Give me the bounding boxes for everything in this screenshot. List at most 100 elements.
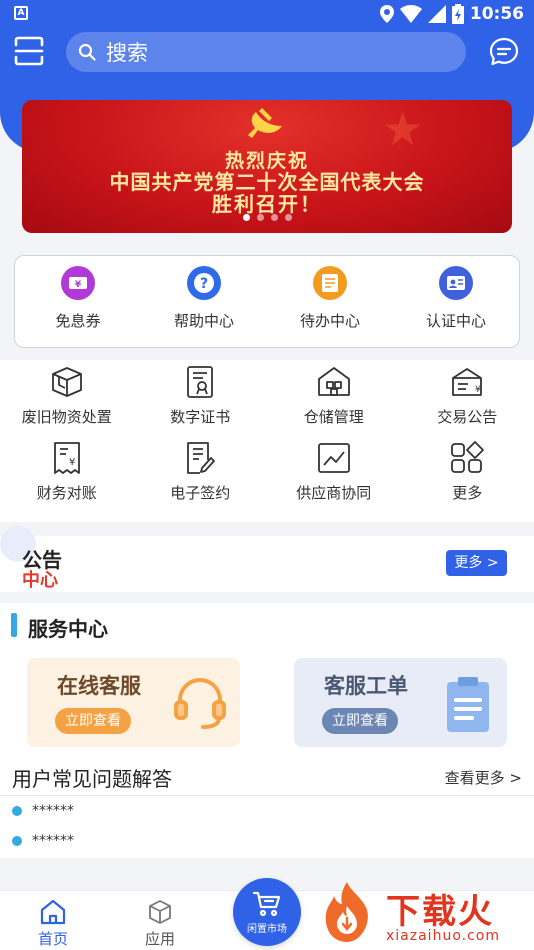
service-center: 服务中心 在线客服 立即查看 客服工单 立即查看 用户常见问题解答 查看更多 >… bbox=[0, 603, 534, 858]
banner-line-3: 胜利召开！ bbox=[212, 192, 322, 216]
view-now-button[interactable]: 立即查看 bbox=[55, 708, 131, 734]
help-icon: ? bbox=[187, 266, 221, 300]
location-icon bbox=[379, 5, 394, 23]
section-accent-bar bbox=[11, 613, 17, 637]
service-ticket-card[interactable]: 客服工单 立即查看 bbox=[294, 658, 507, 747]
fire-logo-icon bbox=[325, 882, 368, 942]
grid-item-e-sign[interactable]: 电子签约 bbox=[134, 436, 268, 512]
banner-dot[interactable] bbox=[270, 214, 278, 221]
quick-item-todo[interactable]: 待办中心 bbox=[267, 256, 393, 347]
notice-center: 公告 中心 更多 > bbox=[0, 526, 534, 592]
home-icon bbox=[40, 899, 66, 925]
scan-icon bbox=[14, 36, 44, 66]
search-icon bbox=[78, 43, 96, 61]
grid-item-finance-reconciliation[interactable]: ¥ 财务对账 bbox=[0, 436, 134, 512]
nav-home-label: 首页 bbox=[37, 930, 68, 948]
clipboard-icon bbox=[447, 677, 489, 732]
grid-item-trade-announcement[interactable]: ¥ 交易公告 bbox=[401, 360, 534, 436]
svg-text:¥: ¥ bbox=[75, 280, 82, 290]
party-emblem-icon bbox=[248, 108, 282, 138]
quick-item-coupon[interactable]: ¥ 免息券 bbox=[15, 256, 141, 347]
watermark: 下载火 xiazaihuo.com bbox=[314, 880, 532, 948]
quick-item-label: 待办中心 bbox=[299, 312, 360, 330]
chat-bubble-icon bbox=[489, 37, 519, 66]
certificate-icon bbox=[187, 366, 214, 398]
faq-list-item[interactable]: ****** bbox=[12, 803, 74, 819]
banner-dot[interactable] bbox=[256, 214, 264, 221]
announcement-icon: ¥ bbox=[452, 368, 483, 396]
grid-item-waste-disposal[interactable]: 废旧物资处置 bbox=[0, 360, 134, 436]
card-title: 在线客服 bbox=[57, 674, 141, 698]
grid-item-digital-certificate[interactable]: 数字证书 bbox=[134, 360, 268, 436]
coupon-icon: ¥ bbox=[61, 266, 95, 300]
grid-item-warehouse[interactable]: 仓储管理 bbox=[267, 360, 401, 436]
quick-item-help[interactable]: ? 帮助中心 bbox=[141, 256, 267, 347]
warehouse-icon bbox=[317, 367, 350, 396]
signal-icon bbox=[427, 5, 446, 23]
todo-icon bbox=[313, 266, 347, 300]
online-service-card[interactable]: 在线客服 立即查看 bbox=[27, 658, 240, 747]
bullet bbox=[12, 806, 22, 816]
grid-item-label: 数字证书 bbox=[170, 408, 231, 426]
notice-more-button[interactable]: 更多 > bbox=[446, 550, 507, 576]
faq-title: 用户常见问题解答 bbox=[12, 767, 172, 791]
app-notification-icon: A bbox=[14, 6, 28, 20]
watermark-brand: 下载火 bbox=[386, 892, 494, 932]
faq-item-text: ****** bbox=[32, 803, 74, 819]
section-title: 服务中心 bbox=[28, 617, 108, 641]
quick-item-label: 免息券 bbox=[55, 312, 101, 330]
grid-item-label: 供应商协同 bbox=[296, 484, 372, 502]
notice-title-bottom: 中心 bbox=[22, 570, 58, 591]
nav-idle-market-button[interactable]: 闲置市场 bbox=[233, 878, 301, 946]
finance-icon: ¥ bbox=[53, 442, 80, 474]
promo-banner[interactable]: ★ 热烈庆祝 中国共产党第二十次全国代表大会 胜利召开！ bbox=[22, 100, 512, 233]
quick-item-certification[interactable]: 认证中心 bbox=[393, 256, 519, 347]
search-placeholder: 搜索 bbox=[106, 41, 148, 65]
cart-icon bbox=[252, 891, 281, 916]
svg-text:?: ? bbox=[200, 276, 208, 292]
svg-text:¥: ¥ bbox=[69, 457, 75, 468]
grid-item-label: 电子签约 bbox=[170, 484, 231, 502]
nav-market-label: 闲置市场 bbox=[247, 923, 287, 935]
grid-item-supplier-collaboration[interactable]: 供应商协同 bbox=[267, 436, 401, 512]
nav-home[interactable]: 首页 bbox=[23, 899, 83, 949]
banner-dot[interactable] bbox=[284, 214, 292, 221]
grid-item-label: 更多 bbox=[452, 484, 483, 502]
clock: 10:56 bbox=[469, 4, 524, 24]
more-grid-icon bbox=[451, 441, 485, 473]
function-grid: 废旧物资处置 数字证书 仓储管理 ¥ 交易公告 ¥ 财务对账 电子签约 供应商协 bbox=[0, 360, 534, 522]
view-now-button[interactable]: 立即查看 bbox=[322, 708, 398, 734]
quick-actions-card: ¥ 免息券 ? 帮助中心 待办中心 认证中心 bbox=[14, 255, 520, 348]
grid-item-label: 废旧物资处置 bbox=[21, 408, 112, 426]
certification-icon bbox=[439, 266, 473, 300]
grid-item-label: 交易公告 bbox=[437, 408, 498, 426]
quick-item-label: 认证中心 bbox=[425, 312, 486, 330]
watermark-url: xiazaihuo.com bbox=[386, 928, 500, 944]
grid-item-more[interactable]: 更多 bbox=[401, 436, 534, 512]
bullet bbox=[12, 836, 22, 846]
status-bar: A 10:56 bbox=[0, 0, 534, 28]
battery-icon bbox=[451, 4, 464, 24]
wifi-icon bbox=[399, 5, 422, 23]
grid-item-label: 财务对账 bbox=[36, 484, 97, 502]
chart-icon bbox=[317, 443, 350, 473]
e-sign-icon bbox=[187, 442, 216, 474]
svg-text:¥: ¥ bbox=[475, 385, 481, 395]
headset-icon bbox=[174, 678, 226, 729]
faq-item-text: ****** bbox=[32, 833, 74, 849]
banner-dot[interactable] bbox=[242, 214, 250, 221]
faq-list-item[interactable]: ****** bbox=[12, 833, 74, 849]
nav-apps-label: 应用 bbox=[144, 930, 175, 948]
box-icon bbox=[51, 367, 82, 397]
divider bbox=[0, 795, 534, 796]
message-button[interactable] bbox=[488, 36, 520, 68]
cube-icon bbox=[149, 900, 171, 924]
banner-pagination[interactable] bbox=[22, 214, 512, 221]
search-bar[interactable]: 搜索 bbox=[66, 32, 466, 72]
card-title: 客服工单 bbox=[324, 674, 408, 698]
grid-item-label: 仓储管理 bbox=[303, 408, 364, 426]
nav-apps[interactable]: 应用 bbox=[130, 899, 190, 949]
quick-item-label: 帮助中心 bbox=[173, 312, 234, 330]
faq-more-link[interactable]: 查看更多 > bbox=[445, 767, 522, 788]
scan-menu-button[interactable] bbox=[12, 34, 46, 68]
